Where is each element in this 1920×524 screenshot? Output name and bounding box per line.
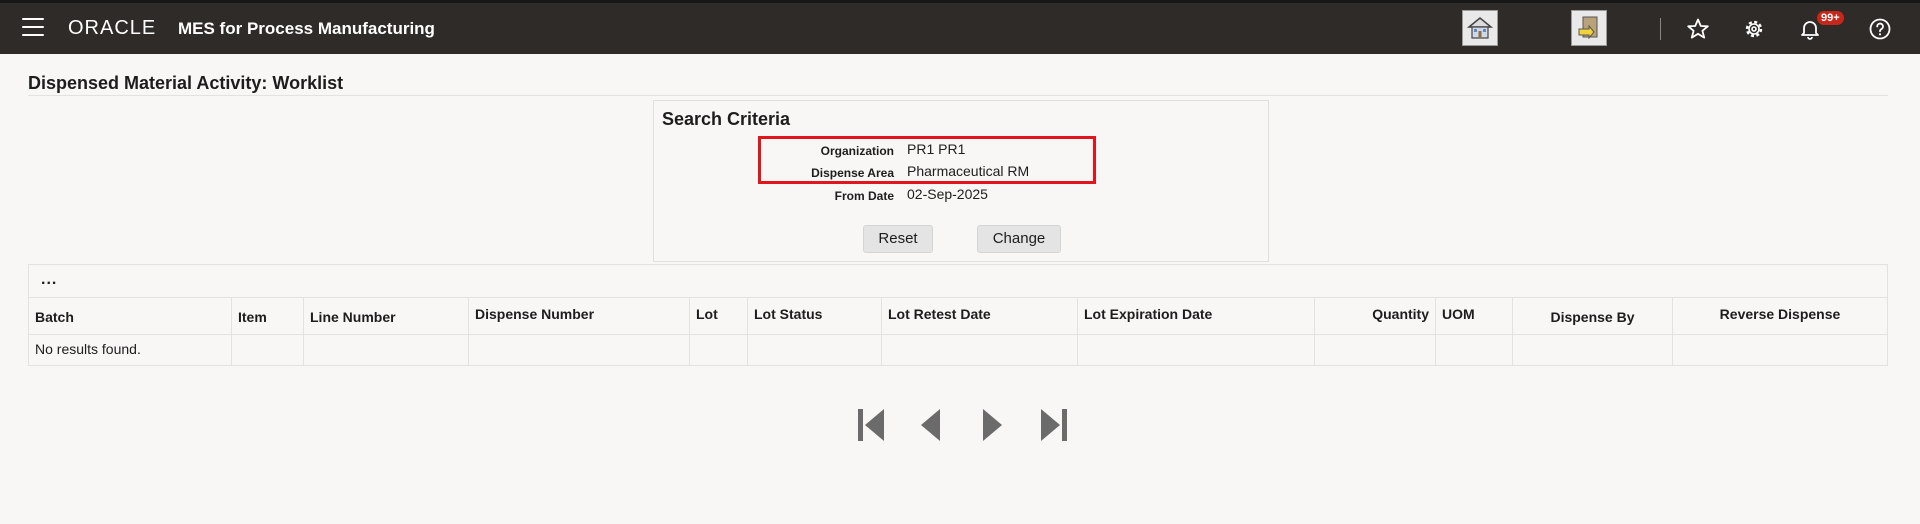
next-page-icon[interactable] (975, 406, 1009, 444)
change-button[interactable]: Change (977, 225, 1061, 253)
table-cell (1315, 333, 1436, 365)
table-cell (882, 333, 1078, 365)
no-results-message: No results found. (35, 341, 141, 357)
dispense-icon[interactable] (1571, 10, 1607, 46)
oracle-logo: ORACLE (68, 17, 157, 39)
table-cell (469, 333, 690, 365)
results-table: ... Batch Item Line Number Dispense Numb… (28, 264, 1888, 366)
menu-icon[interactable] (22, 18, 44, 36)
more-actions-button[interactable]: ... (41, 271, 57, 289)
app-header: ORACLE MES for Process Manufacturing 99+ (0, 0, 1920, 54)
table-cell (748, 333, 882, 365)
table-cell: No results found. (29, 333, 232, 365)
search-criteria-title: Search Criteria (662, 109, 791, 129)
table-header: Batch Item Line Number Dispense Number L… (29, 297, 1887, 335)
title-divider (28, 95, 1888, 96)
table-cell (1436, 333, 1513, 365)
table-cell (1513, 333, 1673, 365)
column-header-dispense-by[interactable]: Dispense By (1513, 298, 1673, 334)
previous-page-icon[interactable] (914, 406, 948, 444)
page-title: Dispensed Material Activity: Worklist (28, 73, 344, 93)
table-cell (304, 333, 469, 365)
column-header-uom[interactable]: UOM (1436, 298, 1513, 334)
home-icon[interactable] (1462, 10, 1498, 46)
gear-icon[interactable] (1742, 17, 1766, 41)
reset-button[interactable]: Reset (863, 225, 933, 253)
last-page-icon[interactable] (1036, 406, 1070, 444)
help-icon[interactable] (1868, 17, 1892, 41)
first-page-icon[interactable] (855, 406, 889, 444)
table-cell (1078, 333, 1315, 365)
from-date-label: From Date (834, 189, 894, 203)
from-date-value: 02-Sep-2025 (907, 186, 988, 202)
column-header-quantity[interactable]: Quantity (1315, 298, 1436, 334)
column-header-dispense-number[interactable]: Dispense Number (469, 298, 690, 334)
column-header-reverse-dispense[interactable]: Reverse Dispense (1673, 298, 1887, 334)
column-header-lot-retest-date[interactable]: Lot Retest Date (882, 298, 1078, 334)
column-header-lot[interactable]: Lot (690, 298, 748, 334)
column-header-batch[interactable]: Batch (29, 298, 232, 334)
column-header-line-number[interactable]: Line Number (304, 298, 469, 334)
header-divider (1660, 18, 1661, 40)
notification-badge: 99+ (1817, 11, 1844, 25)
column-header-lot-status[interactable]: Lot Status (748, 298, 882, 334)
app-title: MES for Process Manufacturing (178, 19, 435, 38)
search-criteria-panel: Search Criteria Organization PR1 PR1 Dis… (653, 100, 1269, 262)
star-icon[interactable] (1686, 17, 1710, 41)
highlight-box (758, 136, 1096, 184)
column-header-item[interactable]: Item (232, 298, 304, 334)
table-cell (232, 333, 304, 365)
table-cell (690, 333, 748, 365)
table-row: No results found. (29, 333, 1887, 365)
table-cell (1673, 333, 1887, 365)
column-header-lot-expiration-date[interactable]: Lot Expiration Date (1078, 298, 1315, 334)
